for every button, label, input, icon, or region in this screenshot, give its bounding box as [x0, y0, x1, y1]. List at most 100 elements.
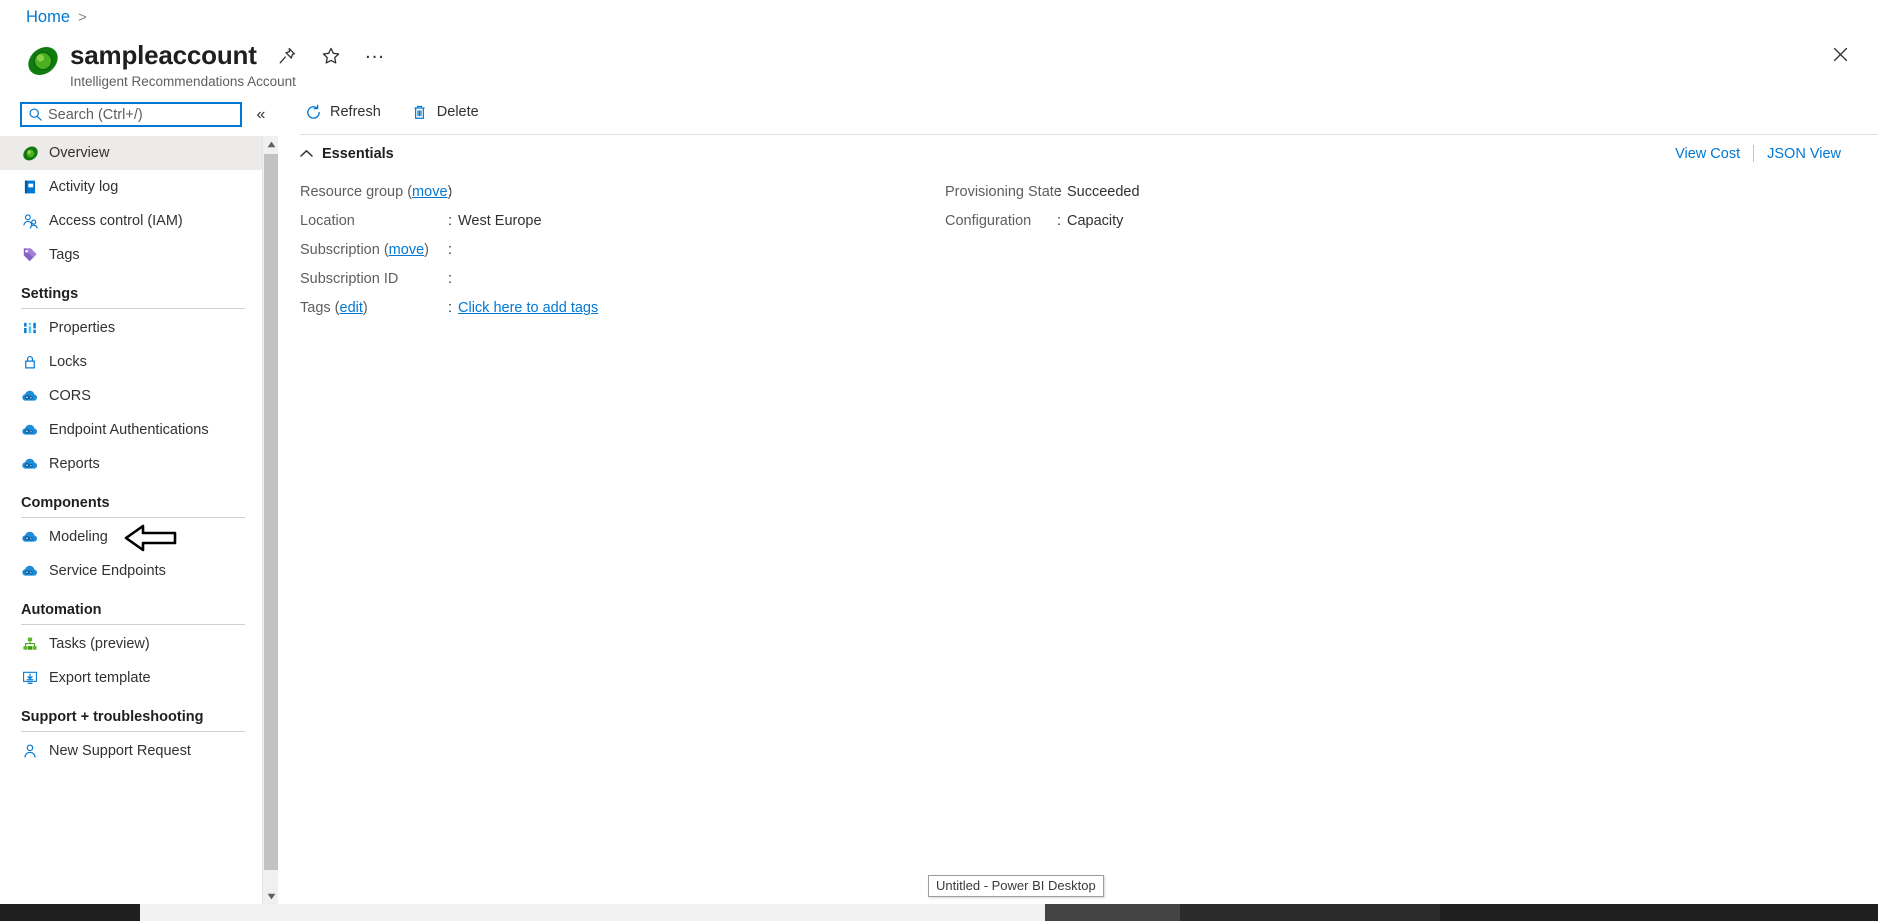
sidebar-item-tasks-preview[interactable]: Tasks (preview): [0, 627, 277, 661]
essentials-value: West Europe: [458, 213, 542, 229]
essentials-title: Essentials: [322, 145, 394, 162]
taskbar-strip-b: [1180, 904, 1440, 921]
sidebar-item-export-template[interactable]: Export template: [0, 661, 277, 695]
activity-log-icon: [21, 178, 39, 196]
essentials-key: Subscription ID: [300, 271, 399, 287]
sidebar-group-title: Support + troubleshooting: [21, 709, 204, 725]
essentials-colon: :: [1057, 184, 1062, 200]
essentials-left-column: Resource group (move): Location: West Euro…: [300, 184, 945, 329]
essentials-key-text: Resource group: [300, 184, 408, 200]
sidebar-list: Overview Activity log Access control (IA…: [0, 136, 277, 768]
move-link[interactable]: move: [412, 184, 447, 200]
delete-label: Delete: [436, 104, 479, 120]
sidebar-group-settings: Settings: [0, 286, 277, 309]
sidebar-item-activity-log[interactable]: Activity log: [0, 170, 277, 204]
scroll-down-arrow-icon[interactable]: [263, 888, 279, 904]
windows-taskbar: [0, 904, 1878, 921]
sidebar-item-tags[interactable]: Tags: [0, 238, 277, 272]
sidebar-item-reports[interactable]: Reports: [0, 447, 277, 481]
sidebar-group-divider: [21, 731, 245, 732]
essentials-colon: :: [1057, 213, 1062, 229]
pin-icon[interactable]: [272, 42, 302, 70]
sidebar-item-access-control-iam[interactable]: Access control (IAM): [0, 204, 277, 238]
search-icon: [29, 108, 42, 121]
sidebar-group-divider: [21, 517, 245, 518]
more-options-icon[interactable]: ...: [360, 42, 390, 70]
overview-icon: [21, 144, 39, 162]
paren-close: ): [424, 242, 429, 258]
add-tags-link[interactable]: Click here to add tags: [458, 300, 598, 316]
sidebar-group-title: Components: [21, 495, 110, 511]
search-box[interactable]: [20, 102, 242, 127]
resource-header: sampleaccount Intelligent Recommendation…: [26, 38, 296, 89]
essentials-right-column: Provisioning State: Succeeded Configuratio…: [945, 184, 1140, 329]
close-icon[interactable]: [1826, 40, 1854, 68]
resource-subtitle: Intelligent Recommendations Account: [70, 74, 296, 89]
essentials-toggle[interactable]: Essentials: [300, 146, 394, 162]
refresh-icon: [304, 103, 322, 121]
scrollbar-thumb[interactable]: [264, 154, 278, 870]
support-person-icon: [21, 742, 39, 760]
move-link[interactable]: move: [389, 242, 424, 258]
taskbar-strip-a: [1045, 904, 1180, 921]
sidebar-item-label: Access control (IAM): [49, 213, 183, 229]
sidebar-item-label: Endpoint Authentications: [49, 422, 209, 438]
sidebar-group-support-troubleshooting: Support + troubleshooting: [0, 709, 277, 732]
essentials-value[interactable]: Click here to add tags: [458, 300, 598, 316]
header-actions: ...: [272, 42, 390, 70]
scroll-up-arrow-icon[interactable]: [263, 136, 279, 152]
json-view-link[interactable]: JSON View: [1754, 146, 1854, 162]
sidebar-item-service-endpoints[interactable]: Service Endpoints: [0, 554, 277, 588]
sidebar-group-automation: Automation: [0, 602, 277, 625]
intelligent-recommendations-icon: [28, 46, 58, 76]
sidebar-item-cors[interactable]: CORS: [0, 379, 277, 413]
sidebar-item-new-support-request[interactable]: New Support Request: [0, 734, 277, 768]
azure-portal-blade: Home > sampleaccount Intelligent Recomme…: [0, 0, 1878, 921]
sidebar-item-label: Overview: [49, 145, 110, 161]
breadcrumb: Home >: [26, 8, 87, 27]
sidebar-item-endpoint-authentications[interactable]: Endpoint Authentications: [0, 413, 277, 447]
essentials-row: Provisioning State: Succeeded: [945, 184, 1140, 213]
essentials-colon: :: [448, 184, 453, 200]
refresh-button[interactable]: Refresh: [300, 99, 385, 125]
collapse-sidebar-button[interactable]: «: [250, 104, 272, 126]
breadcrumb-separator: >: [78, 9, 87, 26]
essentials-row: Subscription (move):: [300, 242, 945, 271]
sidebar-group-components: Components: [0, 495, 277, 518]
favorite-star-icon[interactable]: [316, 42, 346, 70]
essentials-row: Subscription ID:: [300, 271, 945, 300]
sidebar-scrollbar[interactable]: [262, 136, 278, 904]
cloud-gear-icon: [21, 387, 39, 405]
trash-icon: [411, 103, 429, 121]
access-control-icon: [21, 212, 39, 230]
essentials-key: Configuration: [945, 213, 1032, 229]
essentials-row: Location: West Europe: [300, 213, 945, 242]
sidebar-item-label: Export template: [49, 670, 151, 686]
cloud-gear-icon: [21, 421, 39, 439]
essentials-key: Location: [300, 213, 355, 229]
sidebar-group-divider: [21, 624, 245, 625]
refresh-label: Refresh: [330, 104, 381, 120]
sidebar-item-properties[interactable]: Properties: [0, 311, 277, 345]
sidebar-item-locks[interactable]: Locks: [0, 345, 277, 379]
sidebar-item-modeling[interactable]: Modeling: [0, 520, 277, 554]
essentials-key: Provisioning State: [945, 184, 1062, 200]
taskbar-strip-light: [140, 904, 1045, 921]
sidebar-item-label: Modeling: [49, 529, 108, 545]
sidebar-item-label: Reports: [49, 456, 100, 472]
command-toolbar: Refresh Delete: [278, 90, 1878, 134]
sidebar-item-overview[interactable]: Overview: [0, 136, 277, 170]
view-cost-link[interactable]: View Cost: [1662, 146, 1753, 162]
edit-link[interactable]: edit: [340, 300, 363, 316]
sidebar-group-title: Settings: [21, 286, 79, 302]
content-pane: Refresh Delete Essentials View Cost JSON…: [278, 90, 1878, 904]
breadcrumb-home-link[interactable]: Home: [26, 8, 70, 27]
essentials-key: Resource group (move): [300, 184, 452, 200]
paren-close: ): [362, 300, 368, 316]
essentials-value: Capacity: [1067, 213, 1124, 229]
delete-button[interactable]: Delete: [407, 99, 483, 125]
essentials-key-text: Tags: [300, 300, 335, 316]
cloud-gear-icon: [21, 528, 39, 546]
search-input[interactable]: [48, 106, 234, 123]
page-title: sampleaccount: [70, 40, 257, 70]
